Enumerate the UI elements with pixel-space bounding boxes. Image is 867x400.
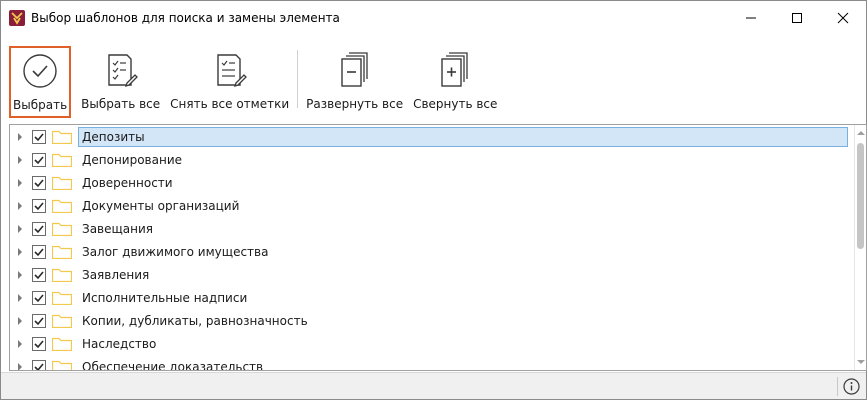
tree-item[interactable]: Доверенности — [10, 171, 866, 194]
folder-icon — [51, 336, 73, 352]
folder-icon — [51, 359, 73, 370]
folder-icon — [51, 244, 73, 260]
vertical-scrollbar[interactable] — [854, 125, 866, 370]
select-all-label: Выбрать все — [81, 97, 161, 111]
expand-arrow-icon[interactable] — [14, 338, 26, 350]
tree-item[interactable]: Депонирование — [10, 148, 866, 171]
scroll-down-arrow-icon[interactable] — [855, 356, 866, 368]
folder-icon — [51, 152, 73, 168]
folder-icon — [51, 290, 73, 306]
expand-arrow-icon[interactable] — [14, 200, 26, 212]
tree-item[interactable]: Исполнительные надписи — [10, 286, 866, 309]
check-circle-icon — [22, 51, 58, 91]
tree-item[interactable]: Копии, дубликаты, равнозначность — [10, 309, 866, 332]
tree-item-label: Наследство — [82, 336, 157, 351]
tree-item[interactable]: Наследство — [10, 332, 866, 355]
list-edit-icon — [212, 50, 248, 90]
expand-arrow-icon[interactable] — [14, 154, 26, 166]
dialog-window: Выбор шаблонов для поиска и замены элеме… — [0, 0, 867, 400]
select-all-button[interactable]: Выбрать все — [81, 46, 160, 118]
expand-arrow-icon[interactable] — [14, 315, 26, 327]
close-button[interactable] — [820, 1, 866, 34]
scroll-up-arrow-icon[interactable] — [855, 127, 866, 139]
expand-arrow-icon[interactable] — [14, 269, 26, 281]
tree-item-label: Исполнительные надписи — [82, 290, 248, 305]
tree-item-label: Заявления — [82, 267, 150, 282]
window-title: Выбор шаблонов для поиска и замены элеме… — [31, 10, 340, 25]
collapse-all-label: Свернуть все — [413, 97, 498, 111]
folder-icon — [51, 221, 73, 237]
item-checkbox[interactable] — [32, 244, 46, 259]
tree-item-label: Обеспечение доказательств — [82, 359, 264, 371]
folder-icon — [51, 267, 73, 283]
tree-item[interactable]: Депозиты — [10, 125, 866, 148]
unselect-all-button[interactable]: Снять все отметки — [170, 46, 289, 118]
expand-arrow-icon[interactable] — [14, 177, 26, 189]
item-checkbox[interactable] — [32, 313, 46, 328]
folder-icon — [51, 129, 73, 145]
app-logo-icon — [9, 9, 25, 26]
toolbar: Выбрать Выбрать все Снять все отметки Ра… — [1, 34, 866, 123]
tree-item-label: Завещания — [82, 221, 154, 236]
info-icon[interactable] — [843, 378, 860, 395]
tree-item-label: Копии, дубликаты, равнозначность — [82, 313, 308, 328]
collapse-all-button[interactable]: Свернуть все — [413, 46, 497, 118]
tree-item[interactable]: Завещания — [10, 217, 866, 240]
maximize-icon — [792, 12, 802, 23]
select-label: Выбрать — [13, 98, 68, 112]
expand-all-button[interactable]: Развернуть все — [306, 46, 403, 118]
tree-item-label: Залог движимого имущества — [82, 244, 269, 259]
expand-arrow-icon[interactable] — [14, 223, 26, 235]
expand-all-label: Развернуть все — [306, 97, 404, 111]
folder-icon — [51, 313, 73, 329]
status-divider — [837, 377, 838, 396]
collapse-pages-icon — [437, 50, 473, 90]
folder-icon — [51, 175, 73, 191]
close-icon — [837, 12, 849, 23]
select-button[interactable]: Выбрать — [9, 46, 72, 118]
item-checkbox[interactable] — [32, 359, 46, 370]
expand-arrow-icon[interactable] — [14, 292, 26, 304]
item-checkbox[interactable] — [32, 152, 46, 167]
tree-item-label: Документы организаций — [82, 198, 240, 213]
item-checkbox[interactable] — [32, 336, 46, 351]
tree-item[interactable]: Заявления — [10, 263, 866, 286]
expand-pages-icon — [337, 50, 373, 90]
title-bar: Выбор шаблонов для поиска и замены элеме… — [1, 1, 866, 34]
expand-arrow-icon[interactable] — [14, 131, 26, 143]
status-bar — [1, 372, 866, 399]
item-checkbox[interactable] — [32, 221, 46, 236]
tree-item-label: Депозиты — [78, 126, 848, 147]
tree-item[interactable]: Документы организаций — [10, 194, 866, 217]
checklist-edit-icon — [103, 50, 139, 90]
unselect-all-label: Снять все отметки — [170, 97, 290, 111]
tree-item-label: Депонирование — [82, 152, 183, 167]
tree-item[interactable]: Залог движимого имущества — [10, 240, 866, 263]
minimize-icon — [746, 17, 756, 18]
toolbar-divider — [297, 50, 299, 108]
scrollbar-thumb[interactable] — [857, 143, 864, 249]
folder-icon — [51, 198, 73, 214]
expand-arrow-icon[interactable] — [14, 361, 26, 370]
minimize-button[interactable] — [728, 1, 774, 34]
item-checkbox[interactable] — [32, 198, 46, 213]
template-tree[interactable]: Депозиты Депонирование Доверенности Докумен… — [9, 124, 867, 371]
tree-rows: Депозиты Депонирование Доверенности Докумен… — [10, 125, 866, 371]
expand-arrow-icon[interactable] — [14, 246, 26, 258]
item-checkbox[interactable] — [32, 290, 46, 305]
item-checkbox[interactable] — [32, 175, 46, 190]
tree-item-label: Доверенности — [82, 175, 173, 190]
item-checkbox[interactable] — [32, 129, 46, 144]
tree-item[interactable]: Обеспечение доказательств — [10, 355, 866, 371]
item-checkbox[interactable] — [32, 267, 46, 282]
maximize-button[interactable] — [774, 1, 820, 34]
